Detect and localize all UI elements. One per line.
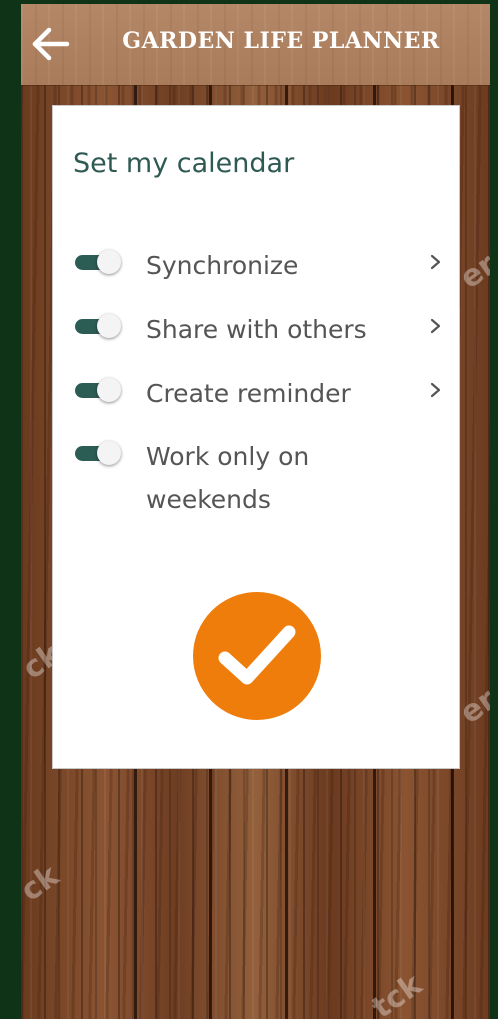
back-button[interactable] xyxy=(29,22,73,66)
setting-label: Share with others xyxy=(146,315,367,344)
app-frame: ck ck tck ers ers GARDEN LIFE PLANNER Se… xyxy=(0,0,498,1019)
toggle-knob xyxy=(97,378,121,402)
calendar-settings-card: Set my calendar Synchronize Share with o… xyxy=(52,105,460,769)
toggle-knob xyxy=(97,314,121,338)
share-with-others-toggle[interactable] xyxy=(75,314,123,338)
checkmark-icon xyxy=(218,625,296,685)
setting-label: Create reminder xyxy=(146,379,351,408)
watermark-text: ck xyxy=(21,858,66,909)
card-title: Set my calendar xyxy=(73,148,295,179)
chevron-right-icon[interactable] xyxy=(428,252,444,272)
chevron-right-icon[interactable] xyxy=(428,316,444,336)
chevron-right-icon[interactable] xyxy=(428,380,444,400)
app-header: GARDEN LIFE PLANNER xyxy=(21,4,490,85)
setting-label: Work only on weekends xyxy=(146,442,310,514)
arrow-left-icon xyxy=(32,27,70,61)
app-title: GARDEN LIFE PLANNER xyxy=(122,28,440,54)
work-only-weekends-toggle[interactable] xyxy=(75,441,123,465)
create-reminder-toggle[interactable] xyxy=(75,378,123,402)
toggle-knob xyxy=(97,250,121,274)
toggle-knob xyxy=(97,441,121,465)
synchronize-toggle[interactable] xyxy=(75,250,123,274)
app-screen: ck ck tck ers ers GARDEN LIFE PLANNER Se… xyxy=(21,4,490,1019)
confirm-button[interactable] xyxy=(193,592,321,720)
setting-label: Synchronize xyxy=(146,251,299,280)
